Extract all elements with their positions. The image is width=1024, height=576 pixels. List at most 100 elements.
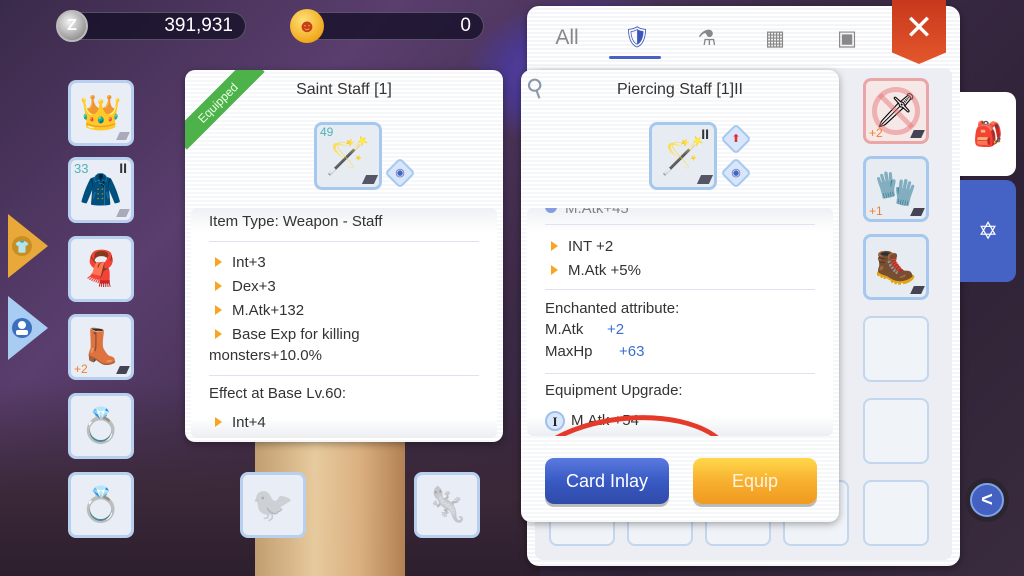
tab-consumables[interactable]: ⚗ xyxy=(687,20,727,56)
effect-header: Effect at Base Lv.60: xyxy=(209,385,347,402)
staff-icon: 🪄 xyxy=(660,135,706,176)
shoes-icon: 👢 xyxy=(79,328,123,366)
item-icon-box: 49 🪄 xyxy=(314,122,382,190)
item-details: M.Atk+45 INT +2 M.Atk +5% Enchanted attr… xyxy=(527,208,833,436)
close-button[interactable]: ✕ xyxy=(892,0,946,64)
character-side-tab[interactable] xyxy=(8,296,48,360)
equip-slot-accessory-2[interactable]: 💍 xyxy=(68,472,134,538)
armor-icon: 🧥 xyxy=(79,171,123,209)
eye-icon: ◉ xyxy=(731,167,741,179)
item-refine: +2 xyxy=(869,126,883,140)
upgrade-header: Equipment Upgrade: xyxy=(545,382,683,399)
active-tab-indicator xyxy=(609,56,661,59)
item-title: Piercing Staff [1]II xyxy=(617,81,743,98)
divider xyxy=(545,289,815,290)
equip-slot-accessory-1[interactable]: 💍 xyxy=(68,393,134,459)
magic-side-tab[interactable]: ✡ xyxy=(960,180,1016,282)
boots-icon: 🥾 xyxy=(874,248,918,286)
enchant-header: Enchanted attribute: xyxy=(545,300,680,317)
bag-side-tab[interactable]: 🎒 xyxy=(960,92,1016,176)
equip-slot-mount[interactable]: 🐦 xyxy=(240,472,306,538)
divider xyxy=(209,241,479,242)
compare-item-tooltip: ⚲ Piercing Staff [1]II II 🪄 ⬆ ◉ M.Atk+45… xyxy=(521,70,839,522)
stat-line-partial: M.Atk+45 xyxy=(545,208,629,217)
equip-slot-headgear[interactable]: 👑 xyxy=(68,80,134,146)
staff-icon: 🪄 xyxy=(325,135,371,176)
garment-icon: 🧣 xyxy=(79,250,123,288)
divider xyxy=(545,224,815,225)
item-icon-box: II 🪄 xyxy=(649,122,717,190)
collapse-button[interactable]: < xyxy=(965,478,1009,522)
enchant-line: MaxHp +63 xyxy=(545,343,645,360)
cat-coin-icon: ☻ xyxy=(290,9,324,43)
armor-level: 33 xyxy=(74,161,89,176)
enchant-line: M.Atk +2 xyxy=(545,321,625,338)
equip-label: Equip xyxy=(731,470,779,491)
chevron-left-icon: < xyxy=(970,483,1004,517)
close-icon: ✕ xyxy=(904,9,934,47)
item-type: Item Type: Weapon - Staff xyxy=(209,213,383,230)
headgear-icon: 👑 xyxy=(79,94,123,132)
inventory-slot[interactable]: 🥾 xyxy=(863,234,929,300)
grid-icon: ▦ xyxy=(765,26,785,50)
equip-slot-shoes[interactable]: 👢 +2 xyxy=(68,314,134,380)
stat-line: M.Atk +5% xyxy=(551,262,641,279)
inventory-slot[interactable] xyxy=(863,398,929,464)
zeny-symbol: Z xyxy=(67,17,77,34)
stat-line: INT +2 xyxy=(551,238,613,255)
shirt-icon: 👕 xyxy=(15,240,30,254)
card-inlay-label: Card Inlay xyxy=(565,470,649,491)
item-level: 49 xyxy=(320,125,334,139)
tab-all[interactable]: All xyxy=(547,20,587,56)
ring-icon: 💍 xyxy=(79,407,123,445)
lizard-icon: 🦎 xyxy=(425,486,469,524)
divider xyxy=(209,375,479,376)
equip-button[interactable]: Equip xyxy=(693,458,817,504)
inventory-slot[interactable]: 🧤 +1 xyxy=(863,156,929,222)
equip-slot-garment[interactable]: 🧣 xyxy=(68,236,134,302)
equipment-side-tab[interactable]: 👕 xyxy=(8,214,48,278)
cat-coin-counter: 0 xyxy=(296,12,484,40)
zeny-coin-icon: Z xyxy=(56,10,88,42)
item-title: Saint Staff [1] xyxy=(296,81,392,98)
potion-icon: ⚗ xyxy=(697,26,717,50)
hexagram-icon: ✡ xyxy=(977,217,999,245)
item-details: Item Type: Weapon - Staff Int+3 Dex+3 M.… xyxy=(191,208,497,438)
tab-cards[interactable]: ▣ xyxy=(827,20,867,56)
bird-icon: 🐦 xyxy=(251,486,295,524)
tab-equipment[interactable]: 🛡 xyxy=(609,20,665,56)
shoes-refine: +2 xyxy=(74,362,88,376)
cat-coin-amount: 0 xyxy=(460,15,471,36)
tab-all-label: All xyxy=(555,26,579,49)
stat-line-wrap: monsters+10.0% xyxy=(209,347,322,364)
cat-coin-symbol: ☻ xyxy=(297,15,317,36)
inventory-slot[interactable] xyxy=(863,316,929,382)
upgrade-button[interactable]: ⬆ xyxy=(720,123,752,155)
upgrade-line: I M.Atk +54 xyxy=(545,411,639,431)
stat-line: Dex+3 xyxy=(215,278,276,295)
equip-slot-costume[interactable]: 🦎 xyxy=(414,472,480,538)
card-icon: ▣ xyxy=(837,26,857,50)
inventory-slot[interactable]: 🗡 +2 xyxy=(863,78,929,144)
armor-icon: 🛡 xyxy=(623,26,651,49)
zeny-counter: 391,931 xyxy=(62,12,246,40)
preview-button[interactable]: ◉ xyxy=(384,157,416,189)
person-icon xyxy=(18,321,26,329)
upgrade-level-icon: I xyxy=(545,411,565,431)
card-inlay-button[interactable]: Card Inlay xyxy=(545,458,669,504)
armor-tier: II xyxy=(119,160,127,176)
equip-slot-armor[interactable]: 33 II 🧥 xyxy=(68,157,134,223)
equipped-item-tooltip: Equipped Saint Staff [1] 49 🪄 ◉ Item Typ… xyxy=(185,70,503,442)
backpack-icon: 🎒 xyxy=(973,120,1003,148)
glove-icon: 🧤 xyxy=(874,170,918,208)
tab-materials[interactable]: ▦ xyxy=(755,20,795,56)
divider xyxy=(545,373,815,374)
zeny-amount: 391,931 xyxy=(164,15,233,36)
stat-line: Int+3 xyxy=(215,254,266,271)
preview-button[interactable]: ◉ xyxy=(720,157,752,189)
signet-ring-icon: 💍 xyxy=(79,486,123,524)
inventory-slot[interactable] xyxy=(863,480,929,546)
effect-line: Int+4 xyxy=(215,414,266,431)
item-refine: +1 xyxy=(869,204,883,218)
stat-line: M.Atk+132 xyxy=(215,302,304,319)
